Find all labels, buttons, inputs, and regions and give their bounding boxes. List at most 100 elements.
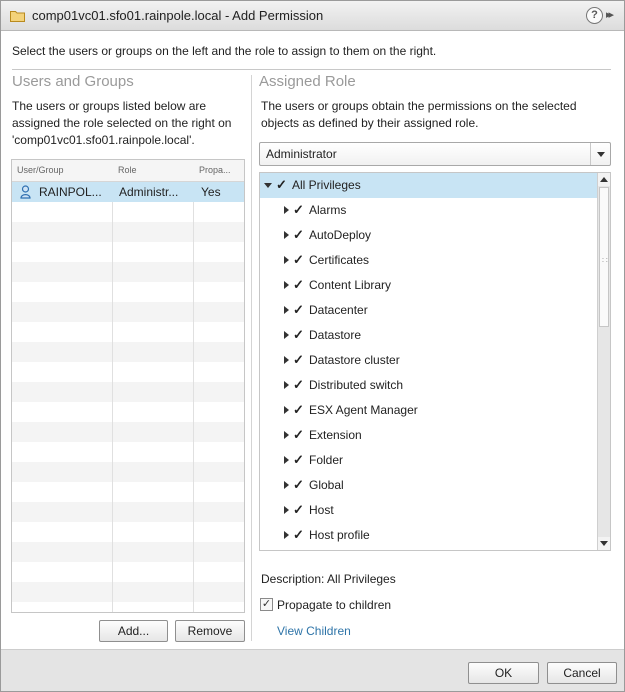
checkmark-icon: ✓ [293, 352, 304, 367]
column-header-propagate[interactable]: Propa... [199, 165, 231, 175]
chevron-right-icon[interactable] [284, 456, 289, 464]
chevron-right-icon[interactable] [284, 256, 289, 264]
role-dropdown-value: Administrator [266, 147, 337, 161]
tree-item-privilege[interactable]: ✓ Folder [260, 448, 598, 473]
tree-item-privilege[interactable]: ✓ Alarms [260, 198, 598, 223]
view-children-link[interactable]: View Children [277, 624, 351, 638]
chevron-right-icon[interactable] [284, 331, 289, 339]
column-header-user-group[interactable]: User/Group [17, 165, 64, 175]
assigned-role-heading: Assigned Role [259, 73, 356, 90]
chevron-right-icon[interactable] [284, 531, 289, 539]
tree-item-privilege[interactable]: ✓ Content Library [260, 273, 598, 298]
help-icon[interactable]: ? [586, 7, 603, 24]
checkmark-icon: ✓ [293, 452, 304, 467]
divider [12, 69, 611, 70]
checkmark-icon: ✓ [276, 177, 287, 192]
chevron-right-icon[interactable] [284, 506, 289, 514]
tree-item-privilege[interactable]: ✓ Global [260, 473, 598, 498]
tree-item-label: Distributed switch [309, 378, 404, 392]
checkmark-icon: ✓ [293, 302, 304, 317]
column-divider [193, 160, 194, 612]
tree-item-label: Host profile [309, 528, 370, 542]
checkmark-icon: ✓ [293, 502, 304, 517]
tree-item-all-privileges[interactable]: ✓ All Privileges [260, 173, 598, 198]
checkmark-icon: ✓ [293, 252, 304, 267]
tree-item-label: Datacenter [309, 303, 368, 317]
propagate-checkbox[interactable]: ✓ [260, 598, 273, 611]
tree-item-label: ESX Agent Manager [309, 403, 418, 417]
chevron-down-icon[interactable] [264, 183, 272, 188]
chevron-right-icon[interactable] [284, 206, 289, 214]
tree-item-privilege[interactable]: ✓ AutoDeploy [260, 223, 598, 248]
tree-item-label: Alarms [309, 203, 347, 217]
chevron-right-icon[interactable] [284, 281, 289, 289]
grip-icon: : : [602, 257, 608, 264]
chevron-right-icon[interactable] [284, 231, 289, 239]
cancel-button[interactable]: Cancel [547, 662, 617, 684]
chevron-right-icon[interactable] [284, 381, 289, 389]
dialog-footer: OK Cancel [1, 649, 624, 691]
tree-item-privilege[interactable]: ✓ Distributed switch [260, 373, 598, 398]
tree-item-privilege[interactable]: ✓ Host profile [260, 523, 598, 548]
scroll-thumb[interactable]: : : [599, 187, 609, 327]
tree-item-label: Host [309, 503, 334, 517]
tree-item-label: Datastore [309, 328, 362, 342]
row-role: Administr... [119, 185, 179, 199]
assigned-role-description: The users or groups obtain the permissio… [261, 99, 577, 130]
tree-item-label: All Privileges [292, 178, 361, 192]
role-description-label: Description: All Privileges [261, 572, 396, 586]
row-propagate: Yes [201, 185, 221, 199]
tree-item-privilege[interactable]: ✓ Datastore [260, 323, 598, 348]
tree-item-label: Certificates [309, 253, 370, 267]
add-button[interactable]: Add... [99, 620, 168, 642]
panel-divider [251, 75, 252, 641]
checkmark-icon: ✓ [293, 427, 304, 442]
expand-icon[interactable]: ▸▸ [606, 6, 614, 24]
table-empty-rows [12, 202, 244, 612]
tree-scrollbar[interactable]: : : [597, 173, 610, 550]
tree-item-label: Content Library [309, 278, 392, 292]
chevron-down-icon[interactable] [590, 143, 610, 165]
tree-item-privilege[interactable]: ✓ Certificates [260, 248, 598, 273]
column-header-role[interactable]: Role [118, 165, 137, 175]
checkmark-icon: ✓ [293, 402, 304, 417]
checkmark-icon: ✓ [293, 202, 304, 217]
chevron-right-icon[interactable] [284, 356, 289, 364]
checkmark-icon: ✓ [293, 227, 304, 242]
add-permission-dialog: comp01vc01.sfo01.rainpole.local - Add Pe… [0, 0, 625, 692]
privileges-tree[interactable]: ✓ All Privileges ✓ Alarms ✓ AutoDeploy ✓ Cert… [259, 172, 611, 551]
tree-item-label: Extension [309, 428, 362, 442]
checkmark-icon: ✓ [293, 527, 304, 542]
folder-icon [10, 11, 25, 22]
chevron-right-icon[interactable] [284, 431, 289, 439]
row-user: RAINPOL... [39, 185, 102, 199]
window-title: comp01vc01.sfo01.rainpole.local - Add Pe… [32, 8, 324, 23]
chevron-right-icon[interactable] [284, 306, 289, 314]
tree-item-privilege[interactable]: ✓ Datacenter [260, 298, 598, 323]
scroll-down-arrow-icon[interactable] [598, 537, 610, 550]
checkmark-icon: ✓ [293, 277, 304, 292]
instructions-text: Select the users or groups on the left a… [12, 44, 437, 58]
tree-item-label: AutoDeploy [309, 228, 372, 242]
remove-button[interactable]: Remove [175, 620, 245, 642]
checkmark-icon: ✓ [293, 327, 304, 342]
checkmark-icon: ✓ [293, 477, 304, 492]
tree-item-label: Global [309, 478, 344, 492]
tree-item-privilege[interactable]: ✓ ESX Agent Manager [260, 398, 598, 423]
users-groups-heading: Users and Groups [12, 73, 134, 90]
title-bar: comp01vc01.sfo01.rainpole.local - Add Pe… [1, 1, 624, 31]
users-groups-description: The users or groups listed below are ass… [12, 99, 232, 147]
users-groups-table[interactable]: User/Group Role Propa... RAINPOL... Admi… [11, 159, 245, 613]
ok-button[interactable]: OK [468, 662, 539, 684]
scroll-up-arrow-icon[interactable] [598, 173, 610, 186]
table-row[interactable]: RAINPOL... Administr... Yes [12, 182, 244, 202]
tree-item-privilege[interactable]: ✓ Host [260, 498, 598, 523]
propagate-label[interactable]: Propagate to children [277, 598, 391, 612]
chevron-right-icon[interactable] [284, 406, 289, 414]
role-dropdown[interactable]: Administrator [259, 142, 611, 166]
tree-item-privilege[interactable]: ✓ Extension [260, 423, 598, 448]
tree-item-label: Folder [309, 453, 344, 467]
tree-item-privilege[interactable]: ✓ Datastore cluster [260, 348, 598, 373]
chevron-right-icon[interactable] [284, 481, 289, 489]
column-divider [112, 160, 113, 612]
